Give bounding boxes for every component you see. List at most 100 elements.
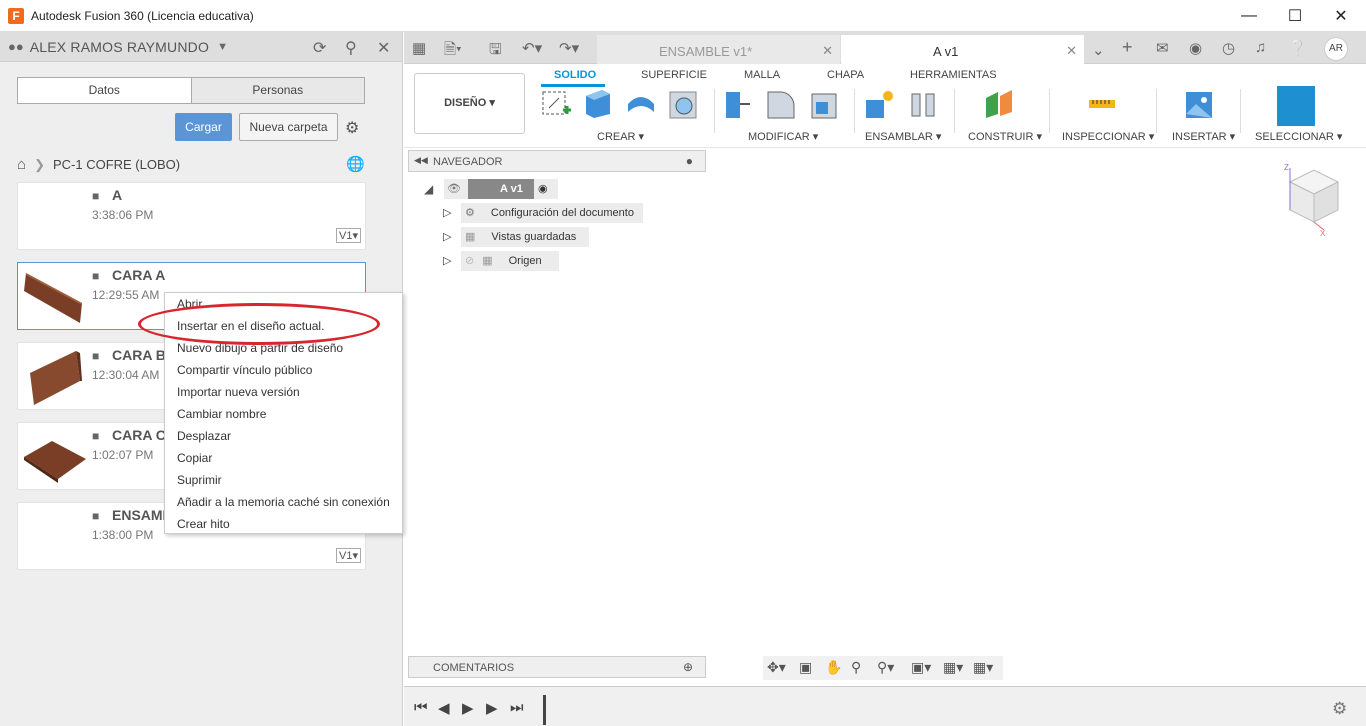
gear-icon[interactable]: ⚙ — [1332, 699, 1347, 719]
create-sketch-icon[interactable] — [541, 88, 571, 120]
group-modificar[interactable]: MODIFICAR ▾ — [748, 130, 818, 143]
user-name[interactable]: ALEX RAMOS RAYMUNDO — [30, 39, 209, 55]
tree-item[interactable]: ▦ Vistas guardadas — [461, 227, 589, 247]
version-badge[interactable]: V1▾ — [336, 548, 361, 563]
collapse-icon[interactable]: ◀◀ — [414, 155, 428, 166]
viewcube[interactable]: Z X — [1278, 160, 1346, 240]
grid-settings-icon[interactable]: ▦▾ — [943, 659, 963, 676]
collapse-triangle-icon[interactable]: ◢ — [424, 182, 433, 196]
minimize-button[interactable]: — — [1226, 0, 1272, 32]
version-badge[interactable]: V1▾ — [336, 228, 361, 243]
eye-hidden-icon[interactable]: ⊘ — [465, 255, 474, 267]
tab-ensamble[interactable]: ENSAMBLE v1* ✕ — [597, 35, 840, 64]
step-back-icon[interactable]: ◀ — [438, 699, 450, 717]
extrude-icon[interactable] — [582, 88, 612, 120]
group-insertar[interactable]: INSERTAR ▾ — [1172, 130, 1235, 143]
close-icon[interactable]: ✕ — [822, 43, 833, 59]
chevron-down-icon[interactable]: ⌄ — [1092, 41, 1105, 59]
undo-icon[interactable]: ↶▾ — [522, 39, 542, 57]
group-crear[interactable]: CREAR ▾ — [597, 130, 644, 143]
upload-button[interactable]: Cargar — [175, 113, 232, 141]
timeline-marker[interactable] — [543, 695, 546, 725]
insert-image-icon[interactable] — [1184, 88, 1214, 120]
activate-radio-icon[interactable]: ◉ — [538, 179, 548, 199]
menu-item-milestone[interactable]: Crear hito — [177, 517, 230, 531]
menu-item-move[interactable]: Desplazar — [177, 429, 231, 443]
expand-icon[interactable]: ▷ — [443, 254, 451, 267]
home-icon[interactable]: ⌂ — [17, 156, 26, 173]
close-icon[interactable]: ✕ — [377, 38, 390, 58]
revolve-icon[interactable] — [626, 88, 656, 120]
tab-a-v1[interactable]: A v1 ✕ — [841, 35, 1084, 64]
browser-panel-header[interactable]: ◀◀ NAVEGADOR ● — [408, 150, 706, 172]
chevron-down-icon[interactable]: ▼ — [217, 41, 228, 53]
step-forward-icon[interactable]: ▶ — [486, 699, 498, 717]
select-icon[interactable] — [1277, 86, 1315, 126]
file-card[interactable]: ■ A 3:38:06 PM V1▾ — [17, 182, 366, 250]
clock-icon[interactable]: ◷ — [1222, 39, 1235, 57]
hole-icon[interactable] — [668, 88, 698, 120]
minimize-icon[interactable]: ● — [686, 154, 693, 168]
tree-item[interactable]: ⚙ Configuración del documento — [461, 203, 643, 223]
group-seleccionar[interactable]: SELECCIONAR ▾ — [1255, 130, 1342, 143]
search-icon[interactable]: ⚲ — [345, 38, 357, 58]
tree-root[interactable]: 👁 A v1 ◉ — [444, 179, 558, 199]
expand-icon[interactable]: ▷ — [443, 206, 451, 219]
help-icon[interactable]: ❔ — [1288, 39, 1307, 57]
menu-item-copy[interactable]: Copiar — [177, 451, 212, 465]
add-comment-icon[interactable]: ⊕ — [683, 660, 693, 674]
offset-plane-icon[interactable] — [984, 88, 1014, 120]
look-at-icon[interactable]: ▣ — [799, 659, 812, 676]
gear-icon[interactable]: ⚙ — [345, 118, 359, 138]
new-component-icon[interactable] — [864, 88, 894, 120]
chat-icon[interactable]: ✉ — [1156, 39, 1169, 57]
new-folder-button[interactable]: Nueva carpeta — [239, 113, 338, 141]
eye-icon[interactable]: 👁 — [447, 183, 461, 195]
redo-icon[interactable]: ↷▾ — [559, 39, 579, 57]
comments-panel[interactable]: COMENTARIOS ⊕ — [408, 656, 706, 678]
file-icon[interactable]: 🗎▾ — [444, 39, 462, 64]
tab-solido[interactable]: SOLIDO — [554, 69, 596, 81]
extensions-icon[interactable]: ◉ — [1189, 39, 1202, 57]
close-window-button[interactable]: ✕ — [1318, 0, 1364, 32]
grid-apps-icon[interactable]: ▦ — [412, 39, 426, 57]
viewports-icon[interactable]: ▦▾ — [973, 659, 993, 676]
go-to-end-icon[interactable]: ⏭ — [510, 699, 524, 716]
bell-icon[interactable]: ♫ — [1255, 39, 1266, 56]
display-settings-icon[interactable]: ▣▾ — [911, 659, 931, 676]
group-inspeccionar[interactable]: INSPECCIONAR ▾ — [1062, 130, 1154, 143]
group-ensamblar[interactable]: ENSAMBLAR ▾ — [865, 130, 941, 143]
pan-icon[interactable]: ✋ — [825, 659, 842, 676]
tab-superficie[interactable]: SUPERFICIE — [641, 69, 707, 81]
close-icon[interactable]: ✕ — [1066, 43, 1077, 59]
play-icon[interactable]: ▶ — [462, 699, 474, 717]
shell-icon[interactable] — [808, 88, 838, 120]
menu-item-delete[interactable]: Suprimir — [177, 473, 222, 487]
folder-name[interactable]: PC-1 COFRE (LOBO) — [53, 157, 180, 172]
joint-icon[interactable] — [908, 88, 938, 120]
refresh-icon[interactable]: ⟳ — [313, 38, 326, 58]
menu-item-rename[interactable]: Cambiar nombre — [177, 407, 266, 421]
avatar[interactable]: AR — [1324, 37, 1348, 61]
fit-icon[interactable]: ⚲▾ — [877, 659, 894, 676]
group-construir[interactable]: CONSTRUIR ▾ — [968, 130, 1042, 143]
globe-icon[interactable]: 🌐 — [346, 155, 365, 173]
tab-personas[interactable]: Personas — [190, 78, 364, 103]
measure-icon[interactable] — [1087, 88, 1117, 120]
team-icon[interactable]: ●● — [8, 39, 24, 54]
tree-item[interactable]: ⊘ ▦ Origen — [461, 251, 559, 271]
maximize-button[interactable]: ☐ — [1272, 0, 1318, 32]
press-pull-icon[interactable] — [722, 88, 752, 120]
tab-herramientas[interactable]: HERRAMIENTAS — [910, 69, 997, 81]
zoom-icon[interactable]: ⚲ — [851, 659, 861, 676]
new-tab-icon[interactable]: + — [1122, 37, 1133, 58]
workspace-dropdown[interactable]: DISEÑO ▾ — [414, 73, 525, 134]
menu-item-share-link[interactable]: Compartir vínculo público — [177, 363, 312, 377]
menu-item-offline-cache[interactable]: Añadir a la memoria caché sin conexión — [177, 495, 390, 509]
orbit-icon[interactable]: ✥▾ — [767, 659, 786, 676]
tab-malla[interactable]: MALLA — [744, 69, 780, 81]
fillet-icon[interactable] — [766, 88, 796, 120]
go-to-start-icon[interactable]: ⏮ — [414, 699, 428, 716]
tab-chapa[interactable]: CHAPA — [827, 69, 864, 81]
tab-datos[interactable]: Datos — [18, 78, 191, 103]
